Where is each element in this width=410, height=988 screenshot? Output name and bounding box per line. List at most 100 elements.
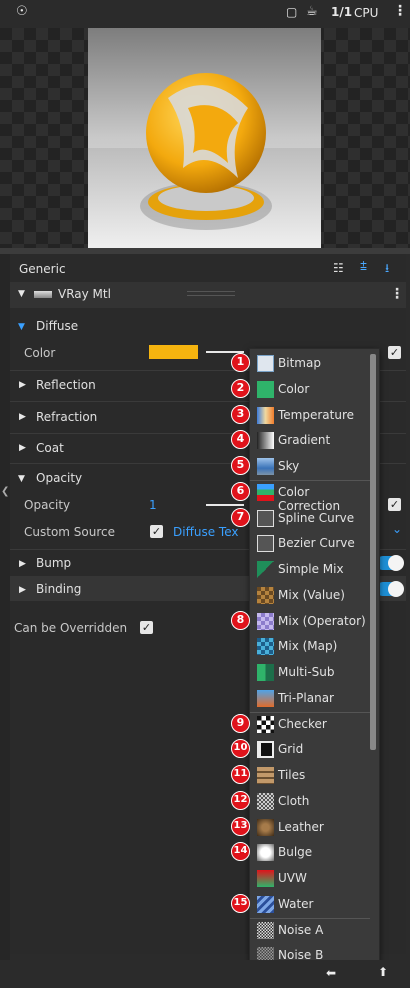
menu-item-label: Checker xyxy=(278,716,327,731)
menu-item-gradient[interactable]: Gradient xyxy=(250,430,370,452)
menu-item-mix-operator[interactable]: Mix (Operator) xyxy=(250,611,370,633)
sky-icon xyxy=(257,458,274,475)
menu-item-temperature[interactable]: Temperature xyxy=(250,405,370,427)
menu-item-bitmap[interactable]: Bitmap xyxy=(250,353,370,375)
chevron-left-icon[interactable]: ❮ xyxy=(1,486,9,497)
more-options-icon[interactable]: ⋮ xyxy=(393,3,407,19)
water-icon xyxy=(257,895,274,913)
opacity-expand-icon[interactable]: ▼ xyxy=(18,474,25,484)
material-row[interactable]: ▼ VRay Mtl ⋮ xyxy=(10,282,406,308)
section-refraction[interactable]: Refraction xyxy=(36,410,97,424)
bezier-curve-icon xyxy=(257,535,274,553)
chevron-down-icon[interactable]: ⌄ xyxy=(392,522,402,536)
gradient-icon xyxy=(257,432,274,450)
coat-expand-icon[interactable]: ▶ xyxy=(19,443,26,453)
preview-render xyxy=(88,28,321,248)
number-badge: 11 xyxy=(231,765,250,784)
return-icon[interactable]: ⬅ xyxy=(326,966,336,980)
menu-item-checker[interactable]: Checker xyxy=(250,714,370,736)
material-name: VRay Mtl xyxy=(58,287,111,301)
menu-item-grid[interactable]: Grid xyxy=(250,739,370,761)
temperature-icon xyxy=(257,406,274,424)
material-editor: ☉ ▢ ☕ 1/1 CPU ⋮ ❮ Generic ☷ ⩲ ⭳ ▼ VRay M… xyxy=(0,0,410,988)
upload-icon[interactable]: ⬆ xyxy=(378,965,388,979)
material-preview xyxy=(0,28,410,248)
page-indicator[interactable]: 1/1 xyxy=(331,5,352,19)
section-opacity[interactable]: Opacity xyxy=(36,471,82,485)
bulge-icon xyxy=(257,844,274,862)
menu-item-spline-curve[interactable]: Spline Curve xyxy=(250,508,370,530)
menu-item-label: Sky xyxy=(278,459,300,473)
link-icon[interactable]: ☉ xyxy=(16,4,28,19)
number-badge: 3 xyxy=(231,404,250,424)
opacity-checkbox[interactable]: ✓ xyxy=(388,498,401,511)
bump-expand-icon[interactable]: ▶ xyxy=(19,559,26,569)
settings-sliders-icon[interactable]: ☷ xyxy=(333,261,344,275)
menu-item-simple-mix[interactable]: Simple Mix xyxy=(250,559,370,581)
menu-item-tiles[interactable]: Tiles xyxy=(250,765,370,787)
section-reflection[interactable]: Reflection xyxy=(36,378,96,392)
menu-item-mix-map[interactable]: Mix (Map) xyxy=(250,636,370,658)
menu-item-tri-planar[interactable]: Tri-Planar xyxy=(250,688,370,710)
menu-item-sky[interactable]: Sky xyxy=(250,456,370,478)
menu-item-bulge[interactable]: Bulge xyxy=(250,842,370,864)
menu-item-label: Multi-Sub xyxy=(278,665,335,679)
section-diffuse[interactable]: Diffuse xyxy=(36,319,78,333)
menu-item-water[interactable]: Water xyxy=(250,894,370,916)
collapse-strip[interactable]: ❮ xyxy=(0,254,10,960)
material-options-icon[interactable]: ⋮ xyxy=(390,286,404,302)
bitmap-icon xyxy=(257,355,274,372)
menu-item-mix-value[interactable]: Mix (Value) xyxy=(250,585,370,607)
menu-item-color-correction[interactable]: Color Correction xyxy=(250,482,370,513)
section-bump[interactable]: Bump xyxy=(36,556,71,570)
diffuse-color-swatch[interactable] xyxy=(149,345,198,359)
menu-item-label: Tiles xyxy=(278,768,306,782)
menu-item-multi-sub[interactable]: Multi-Sub xyxy=(250,662,370,684)
material-ball-icon xyxy=(88,73,321,248)
binding-expand-icon[interactable]: ▶ xyxy=(19,585,26,595)
toggle-knob xyxy=(388,555,404,571)
mix-value-icon xyxy=(257,586,274,604)
color-label: Color xyxy=(24,346,56,360)
number-badge: 2 xyxy=(231,378,250,398)
custom-source-checkbox[interactable]: ✓ xyxy=(150,525,163,538)
opacity-label: Opacity xyxy=(24,498,71,512)
opacity-value[interactable]: 1 xyxy=(149,498,157,512)
menu-item-label: Water xyxy=(278,896,314,911)
tri-planar-icon xyxy=(257,689,274,707)
can-be-overridden-checkbox[interactable]: ✓ xyxy=(140,621,153,634)
number-badge: 12 xyxy=(231,790,250,810)
menu-item-label: Tri-Planar xyxy=(278,690,334,705)
section-coat[interactable]: Coat xyxy=(36,441,64,455)
menu-item-cloth[interactable]: Cloth xyxy=(250,791,370,813)
refraction-expand-icon[interactable]: ▶ xyxy=(19,412,26,422)
diffuse-expand-icon[interactable]: ▼ xyxy=(18,322,25,332)
color-swatch-icon xyxy=(257,380,274,398)
device-selector[interactable]: CPU xyxy=(354,6,378,20)
menu-item-bezier-curve[interactable]: Bezier Curve xyxy=(250,533,370,555)
panel-header: Generic xyxy=(19,262,66,276)
drag-handle-icon[interactable] xyxy=(187,291,235,296)
stop-icon[interactable]: ▢ xyxy=(286,5,297,19)
menu-item-label: Mix (Map) xyxy=(278,639,338,654)
menu-item-label: Noise A xyxy=(278,922,324,937)
menu-item-noise-a[interactable]: Noise A xyxy=(250,920,370,942)
texture-type-menu: Bitmap Color Temperature Gradient Sky Color C… xyxy=(249,348,380,970)
import-icon[interactable]: ⭳ xyxy=(385,259,389,280)
add-layer-icon[interactable]: ⩲ xyxy=(360,259,367,274)
grid-icon xyxy=(257,741,274,759)
diffuse-checkbox[interactable]: ✓ xyxy=(388,346,401,359)
number-badge: 7 xyxy=(231,507,250,527)
menu-item-leather[interactable]: Leather xyxy=(250,817,370,839)
reflection-expand-icon[interactable]: ▶ xyxy=(19,380,26,390)
menu-item-color[interactable]: Color xyxy=(250,379,370,401)
noise-a-icon xyxy=(257,921,274,939)
spline-curve-icon xyxy=(257,509,274,527)
menu-item-uvw[interactable]: UVW xyxy=(250,868,370,890)
custom-source-dropdown[interactable]: Diffuse Tex xyxy=(173,525,245,539)
toggle-knob xyxy=(388,581,404,597)
collapse-triangle-icon[interactable]: ▼ xyxy=(18,289,25,299)
section-binding[interactable]: Binding xyxy=(36,582,81,596)
teapot-icon[interactable]: ☕ xyxy=(306,4,318,19)
menu-scrollbar[interactable] xyxy=(370,354,376,750)
